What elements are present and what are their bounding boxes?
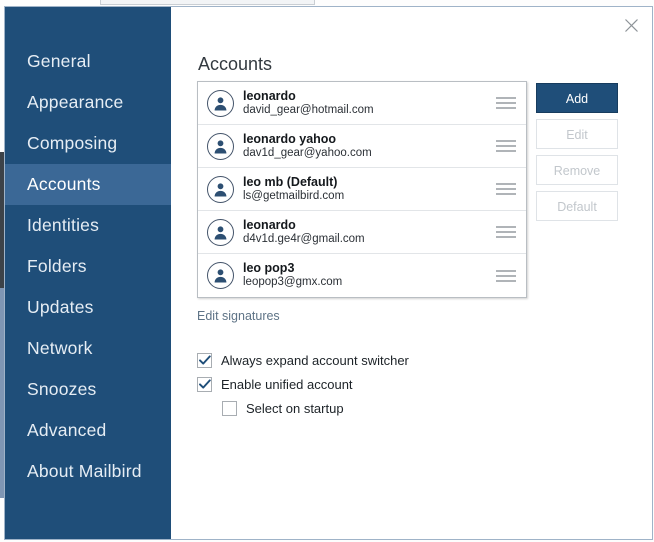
user-avatar-icon xyxy=(207,218,234,246)
account-info: leo mb (Default) ls@getmailbird.com xyxy=(243,175,486,203)
account-row[interactable]: leonardo yahoo dav1d_gear@yahoo.com xyxy=(198,125,526,168)
drag-handle-icon[interactable] xyxy=(486,226,526,238)
account-name: leonardo xyxy=(243,217,296,232)
account-name: leonardo xyxy=(243,88,296,103)
sidebar-item-label: General xyxy=(27,51,91,71)
sidebar-item-general[interactable]: General xyxy=(5,41,171,82)
account-name: leo mb (Default) xyxy=(243,174,338,189)
user-avatar-icon xyxy=(207,175,234,203)
checkbox-always-expand-account-switcher[interactable] xyxy=(197,352,212,368)
sidebar-item-composing[interactable]: Composing xyxy=(5,123,171,164)
checkmark-icon xyxy=(198,354,211,365)
settings-content-panel: Accounts leonardo david_gear@hotmail.com l… xyxy=(171,7,652,539)
sidebar-item-accounts[interactable]: Accounts xyxy=(5,164,171,205)
checkbox-row[interactable]: Always expand account switcher xyxy=(197,348,409,372)
sidebar-item-label: Folders xyxy=(27,256,87,276)
checkbox-label: Select on startup xyxy=(246,400,344,416)
account-email: david_gear@hotmail.com xyxy=(243,103,374,116)
account-name: leonardo yahoo xyxy=(243,131,337,146)
sidebar-item-network[interactable]: Network xyxy=(5,328,171,369)
background-window-top-edge xyxy=(100,0,315,5)
user-avatar-icon xyxy=(207,262,234,289)
checkmark-icon xyxy=(198,378,211,389)
sidebar-item-appearance[interactable]: Appearance xyxy=(5,82,171,123)
account-email: ls@getmailbird.com xyxy=(243,189,345,202)
account-row[interactable]: leonardo d4v1d.ge4r@gmail.com xyxy=(198,211,526,254)
sidebar-item-advanced[interactable]: Advanced xyxy=(5,410,171,451)
edit-signatures-link[interactable]: Edit signatures xyxy=(197,309,280,323)
sidebar-item-label: Advanced xyxy=(27,420,107,440)
settings-sidebar: General Appearance Composing Accounts Identi… xyxy=(5,7,171,539)
default-button: Default xyxy=(536,191,618,221)
account-info: leonardo david_gear@hotmail.com xyxy=(243,89,486,117)
sidebar-item-label: Identities xyxy=(27,215,100,235)
account-row[interactable]: leonardo david_gear@hotmail.com xyxy=(198,82,526,125)
sidebar-item-folders[interactable]: Folders xyxy=(5,246,171,287)
add-button[interactable]: Add xyxy=(536,83,618,113)
checkbox-select-on-startup[interactable] xyxy=(222,400,237,416)
account-row[interactable]: leo mb (Default) ls@getmailbird.com xyxy=(198,168,526,211)
checkbox-row[interactable]: Select on startup xyxy=(222,396,409,420)
account-actions: Add Edit Remove Default xyxy=(536,83,618,227)
close-icon xyxy=(624,18,639,33)
account-info: leonardo d4v1d.ge4r@gmail.com xyxy=(243,218,486,246)
account-email: d4v1d.ge4r@gmail.com xyxy=(243,232,365,245)
user-avatar-icon xyxy=(207,89,234,117)
account-row[interactable]: leo pop3 leopop3@gmx.com xyxy=(198,254,526,297)
sidebar-item-label: Accounts xyxy=(27,174,101,194)
sidebar-item-label: About Mailbird xyxy=(27,461,142,481)
page-title: Accounts xyxy=(198,54,273,74)
checkbox-label: Enable unified account xyxy=(221,376,353,392)
sidebar-item-label: Appearance xyxy=(27,92,124,112)
sidebar-item-label: Updates xyxy=(27,297,94,317)
drag-handle-icon[interactable] xyxy=(486,183,526,195)
sidebar-item-updates[interactable]: Updates xyxy=(5,287,171,328)
drag-handle-icon[interactable] xyxy=(486,269,526,282)
checkbox-label: Always expand account switcher xyxy=(221,352,409,368)
checkbox-row[interactable]: Enable unified account xyxy=(197,372,409,396)
accounts-list: leonardo david_gear@hotmail.com leonardo y… xyxy=(197,81,527,298)
close-button[interactable] xyxy=(618,13,644,37)
drag-handle-icon[interactable] xyxy=(486,140,526,152)
settings-window: General Appearance Composing Accounts Identi… xyxy=(0,0,654,542)
drag-handle-icon[interactable] xyxy=(486,97,526,109)
checkbox-enable-unified-account[interactable] xyxy=(197,376,212,392)
account-email: dav1d_gear@yahoo.com xyxy=(243,146,372,159)
sidebar-item-snoozes[interactable]: Snoozes xyxy=(5,369,171,410)
sidebar-item-label: Network xyxy=(27,338,93,358)
account-name: leo pop3 xyxy=(243,261,295,276)
account-info: leonardo yahoo dav1d_gear@yahoo.com xyxy=(243,132,486,160)
account-info: leo pop3 leopop3@gmx.com xyxy=(243,261,486,289)
remove-button: Remove xyxy=(536,155,618,185)
settings-dialog: General Appearance Composing Accounts Identi… xyxy=(4,6,653,540)
account-email: leopop3@gmx.com xyxy=(243,276,343,289)
sidebar-item-label: Snoozes xyxy=(27,379,97,399)
sidebar-item-about-mailbird[interactable]: About Mailbird xyxy=(5,451,171,492)
sidebar-item-identities[interactable]: Identities xyxy=(5,205,171,246)
sidebar-item-label: Composing xyxy=(27,133,118,153)
account-options: Always expand account switcher Enable uni… xyxy=(197,348,409,420)
user-avatar-icon xyxy=(207,132,234,160)
edit-button: Edit xyxy=(536,119,618,149)
